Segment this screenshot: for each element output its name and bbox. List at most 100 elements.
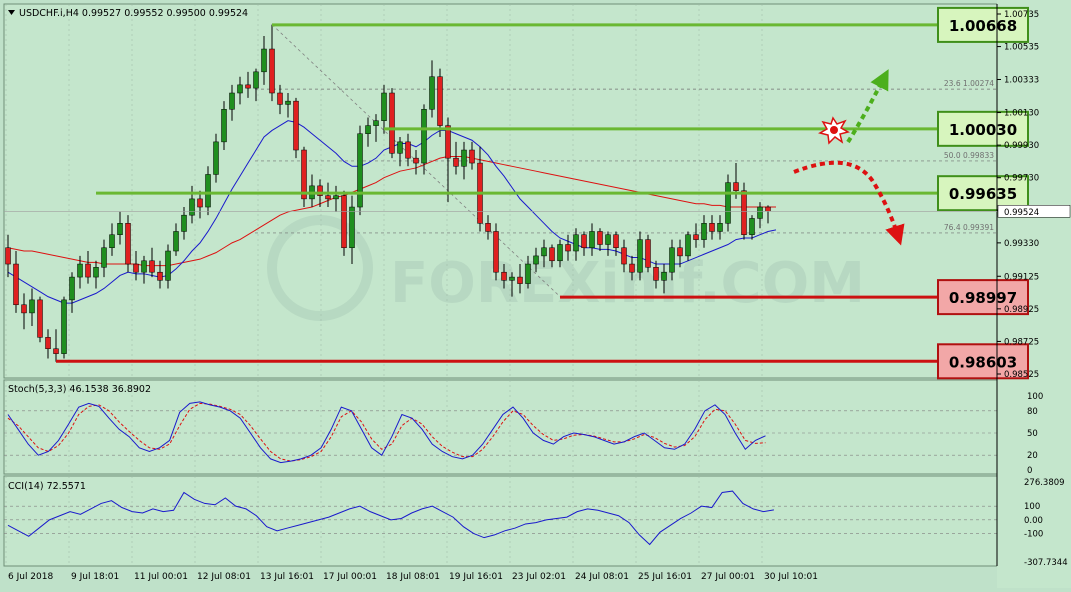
candle-body	[653, 267, 659, 281]
x-tick-label: 30 Jul 10:01	[764, 572, 818, 582]
candle-body	[461, 149, 467, 167]
cci-title: CCI(14) 72.5571	[8, 481, 86, 492]
candle-body	[597, 231, 603, 245]
candle-body	[581, 234, 587, 249]
y-tick-label: 0.99330	[1004, 239, 1039, 249]
x-tick-label: 11 Jul 00:01	[134, 572, 188, 582]
candle-body	[405, 141, 411, 159]
stoch-y-tick: 0	[1027, 466, 1032, 476]
candle-body	[733, 182, 739, 191]
candle-body	[61, 299, 67, 354]
candle-body	[149, 260, 155, 273]
y-tick-label: 1.00535	[1004, 43, 1039, 53]
stochastic-pane	[3, 379, 998, 475]
candle-body	[5, 247, 11, 265]
candle-body	[541, 247, 547, 257]
x-tick-label: 24 Jul 08:01	[575, 572, 629, 582]
y-tick-label: 0.99125	[1004, 272, 1039, 282]
candle-body	[557, 244, 563, 262]
candle-body	[629, 263, 635, 273]
x-tick-label: 18 Jul 08:01	[386, 572, 440, 582]
candle-body	[749, 218, 755, 235]
candle-body	[677, 247, 683, 257]
candle-body	[341, 195, 347, 249]
candle-body	[165, 250, 171, 281]
candle-body	[525, 263, 531, 284]
candle-body	[109, 234, 115, 249]
candle-body	[613, 234, 619, 249]
candle-body	[589, 231, 595, 249]
candle-body	[413, 157, 419, 164]
candle-body	[549, 247, 555, 262]
x-tick-label: 23 Jul 02:01	[512, 572, 566, 582]
candle-body	[485, 223, 491, 232]
stoch-y-tick: 50	[1027, 429, 1038, 439]
candle-body	[765, 206, 771, 212]
price-pane	[3, 3, 998, 379]
x-tick-label: 25 Jul 16:01	[638, 572, 692, 582]
candle-body	[101, 247, 107, 268]
candle-body	[205, 174, 211, 208]
fibonacci-label: 23.6 1.00274	[944, 79, 994, 88]
candle-body	[253, 71, 259, 89]
candle-body	[117, 223, 123, 235]
y-tick-label: 0.98725	[1004, 337, 1039, 347]
candle-body	[453, 157, 459, 167]
candle-body	[173, 231, 179, 252]
candle-body	[229, 92, 235, 110]
candle-body	[645, 239, 651, 268]
candle-body	[141, 260, 147, 273]
candle-body	[261, 48, 267, 73]
fibonacci-label: 50.0 0.99833	[944, 151, 994, 160]
candle-body	[349, 206, 355, 249]
candle-body	[389, 92, 395, 154]
candle-body	[669, 247, 675, 273]
level-label: 0.99635	[949, 185, 1017, 203]
candle-body	[685, 234, 691, 257]
candle-body	[37, 299, 43, 338]
candle-body	[181, 214, 187, 232]
candle-body	[333, 195, 339, 200]
candle-body	[437, 76, 443, 126]
candle-body	[357, 133, 363, 208]
candle-body	[621, 247, 627, 265]
candle-body	[741, 190, 747, 235]
candle-body	[469, 149, 475, 164]
fibonacci-label: 76.4 0.99391	[944, 223, 994, 232]
level-label: 0.98603	[949, 353, 1017, 371]
candle-body	[77, 263, 83, 278]
x-tick-label: 17 Jul 00:01	[323, 572, 377, 582]
cci-y-tick: 100	[1024, 502, 1040, 512]
x-tick-label: 27 Jul 00:01	[701, 572, 755, 582]
candle-body	[637, 239, 643, 273]
y-tick-label: 0.99930	[1004, 141, 1039, 151]
cci-pane	[3, 475, 998, 567]
y-tick-label: 0.99730	[1004, 174, 1039, 184]
candle-body	[69, 276, 75, 301]
stochastic-title: Stoch(5,3,3) 46.1538 36.8902	[8, 384, 151, 395]
candle-body	[381, 92, 387, 121]
candle-body	[565, 244, 571, 252]
chart-canvas: FOREXimf.COM 6 Jul 2018 9 Jul 18:01 11 Jul…	[3, 0, 1071, 588]
candle-body	[757, 206, 763, 219]
x-tick-label: 12 Jul 08:01	[197, 572, 251, 582]
x-tick-label: 19 Jul 16:01	[449, 572, 503, 582]
candle-body	[221, 109, 227, 143]
candle-body	[693, 234, 699, 240]
chart-window: FOREXimf.COM 6 Jul 2018 9 Jul 18:01 11 Jul…	[0, 0, 1071, 588]
stoch-y-tick: 80	[1027, 407, 1038, 417]
candle-body	[501, 271, 507, 281]
candle-body	[365, 125, 371, 134]
candle-body	[397, 141, 403, 154]
candle-body	[701, 223, 707, 240]
candle-body	[157, 271, 163, 281]
candle-body	[661, 271, 667, 281]
symbol-ohlc-header: USDCHF.i,H4 0.99527 0.99552 0.99500 0.99…	[19, 8, 248, 19]
y-tick-label: 0.98925	[1004, 305, 1039, 315]
candle-body	[45, 337, 51, 350]
current-price-label: 0.99524	[1004, 208, 1039, 218]
candle-body	[125, 223, 131, 265]
y-tick-label: 1.00333	[1004, 75, 1039, 85]
candle-body	[53, 348, 59, 354]
candle-body	[445, 125, 451, 159]
